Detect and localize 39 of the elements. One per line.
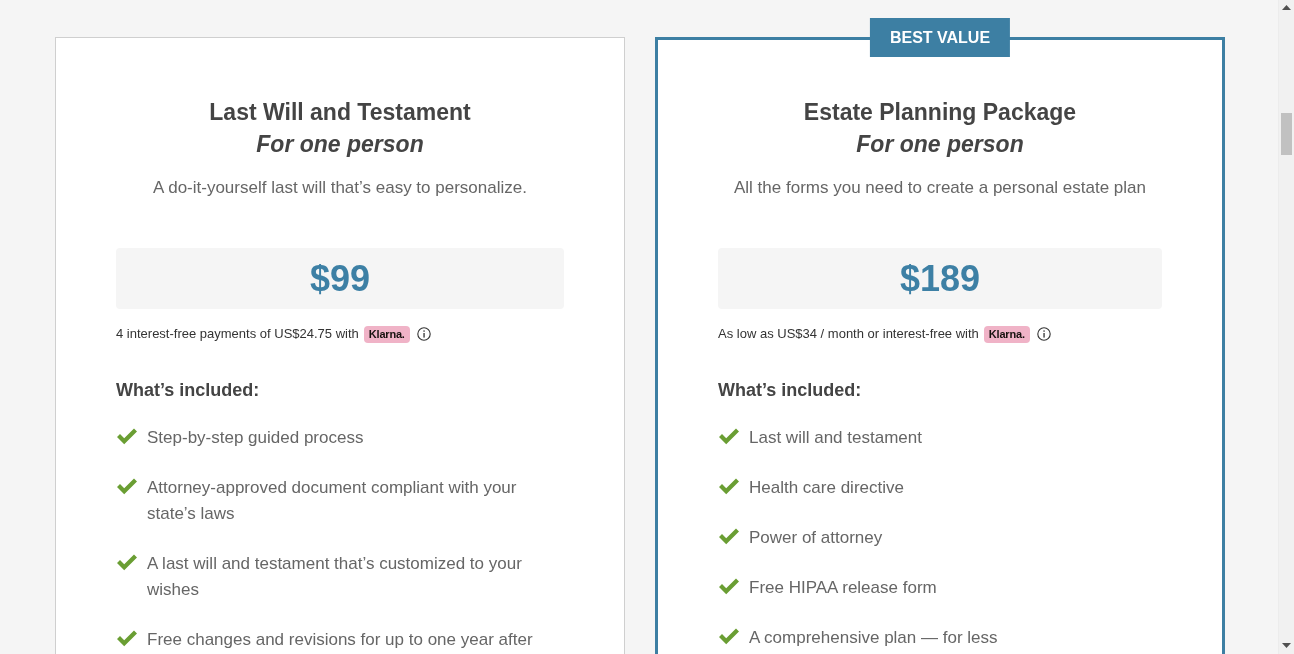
plan-description: All the forms you need to create a personal estate plan <box>733 177 1147 199</box>
feature-text: Health care directive <box>749 477 904 499</box>
payment-provider-logo: Klarna. <box>983 325 1030 343</box>
plan-subtitle: For one person <box>255 130 425 159</box>
feature-text: A last will and testament that’s customized to your wishes <box>147 553 523 601</box>
payment-provider-logo: Klarna. <box>363 325 410 343</box>
check-icon <box>719 478 739 495</box>
financing-text: As low as US$34 / month or interest-free with <box>718 325 979 343</box>
feature-text: Attorney-approved document compliant with your state’s laws <box>147 477 518 525</box>
feature-text: Power of attorney <box>749 527 883 549</box>
financing-text: 4 interest-free payments of US$24.75 with <box>116 325 359 343</box>
scroll-down-arrow-icon[interactable] <box>1282 643 1291 648</box>
featured-badge: BEST VALUE <box>869 18 1011 57</box>
check-icon <box>117 554 137 571</box>
scrollbar[interactable] <box>1278 0 1294 654</box>
feature-text: Free HIPAA release form <box>749 577 937 599</box>
check-icon <box>719 428 739 445</box>
check-icon <box>117 478 137 495</box>
check-icon <box>719 628 739 645</box>
plan-description: A do-it-yourself last will that’s easy to personalize. <box>152 177 528 199</box>
feature-text: Free changes and revisions for up to one year after <box>147 629 533 651</box>
included-heading: What’s included: <box>116 379 261 402</box>
info-icon[interactable] <box>1036 327 1051 341</box>
plan-subtitle: For one person <box>855 130 1025 159</box>
feature-text: Last will and testament <box>749 427 922 449</box>
price-amount: $189 <box>899 258 981 299</box>
check-icon <box>117 428 137 445</box>
check-icon <box>719 528 739 545</box>
scrollbar-thumb[interactable] <box>1281 113 1292 155</box>
info-icon[interactable] <box>416 327 431 341</box>
included-heading: What’s included: <box>718 379 863 402</box>
price-amount: $99 <box>309 258 371 299</box>
check-icon <box>719 578 739 595</box>
feature-text: Step-by-step guided process <box>147 427 364 449</box>
check-icon <box>117 630 137 647</box>
scroll-up-arrow-icon[interactable] <box>1282 5 1291 10</box>
plan-title: Last Will and Testament <box>208 98 472 127</box>
plan-title: Estate Planning Package <box>802 98 1078 127</box>
feature-text: A comprehensive plan — for less <box>749 627 998 649</box>
